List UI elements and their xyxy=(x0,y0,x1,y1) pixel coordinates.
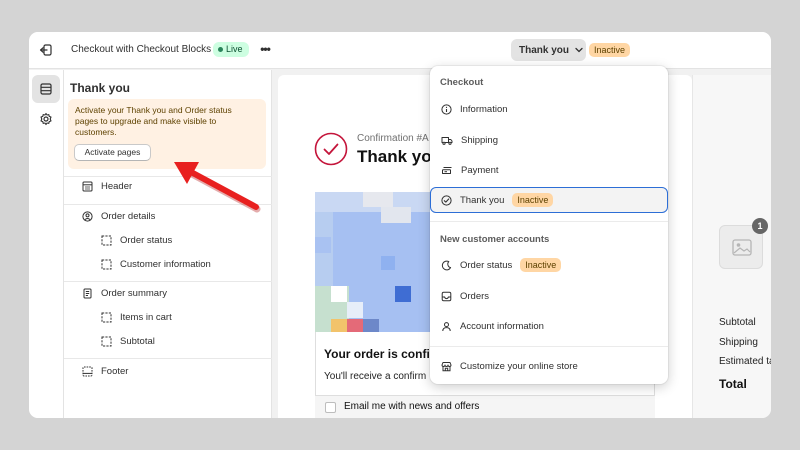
block-icon xyxy=(101,312,112,323)
total-label: Total xyxy=(719,377,747,391)
menu-item-label: Shipping xyxy=(461,134,498,146)
person-circle-icon xyxy=(82,211,93,222)
order-confirmation-text: You'll receive a confirm xyxy=(324,371,427,382)
sidebar-item-label: Order status xyxy=(120,235,173,246)
activate-pages-button[interactable]: Activate pages xyxy=(74,144,151,161)
menu-heading-accounts: New customer accounts xyxy=(440,234,550,245)
sidebar-item-label: Items in cart xyxy=(120,312,172,323)
banner-text: Activate your Thank you and Order status… xyxy=(75,105,232,137)
sidebar-item-subtotal[interactable]: Subtotal xyxy=(101,336,155,347)
activation-banner: Activate your Thank you and Order status… xyxy=(68,99,266,169)
settings-rail-button[interactable] xyxy=(32,105,60,133)
page-selector-label: Thank you xyxy=(519,44,570,56)
app-title: Checkout with Checkout Blocks xyxy=(71,44,212,55)
menu-item-label: Information xyxy=(460,103,508,115)
more-actions-icon[interactable]: ••• xyxy=(257,42,273,58)
menu-heading-checkout: Checkout xyxy=(440,77,484,88)
check-circle-icon xyxy=(441,194,452,206)
sidebar-item-footer[interactable]: Footer xyxy=(82,366,128,377)
inactive-badge: Inactive xyxy=(520,258,562,272)
sections-rail-button[interactable] xyxy=(32,75,60,103)
order-summary-panel: 1 Subtotal Shipping Estimated ta Total xyxy=(692,75,771,418)
page-selector-menu: Checkout Information Shipping Payment Th… xyxy=(430,66,668,384)
inbox-icon xyxy=(441,291,452,301)
block-icon xyxy=(101,235,112,246)
menu-item-thank-you[interactable]: Thank you Inactive xyxy=(430,187,668,213)
sidebar-title: Thank you xyxy=(70,81,131,95)
menu-item-label: Payment xyxy=(461,164,499,176)
subtotal-label: Subtotal xyxy=(719,317,756,328)
menu-item-orders[interactable]: Orders xyxy=(430,283,668,309)
page-status-badge: Inactive xyxy=(589,43,631,57)
menu-item-label: Account information xyxy=(460,320,544,332)
sidebar-item-label: Order summary xyxy=(101,288,167,299)
top-bar: Checkout with Checkout Blocks Live ••• T… xyxy=(29,32,771,69)
live-badge: Live xyxy=(213,42,249,57)
sidebar-item-order-details[interactable]: Order details xyxy=(82,211,155,222)
sidebar-item-label: Subtotal xyxy=(120,336,155,347)
menu-item-label: Order status xyxy=(460,259,513,271)
sidebar-item-label: Footer xyxy=(101,366,129,377)
menu-divider xyxy=(430,221,668,222)
person-icon xyxy=(442,321,451,331)
menu-divider xyxy=(430,346,668,347)
gear-icon xyxy=(40,112,52,126)
newsletter-label: Email me with news and offers xyxy=(344,401,480,412)
menu-item-label: Customize your online store xyxy=(460,360,578,372)
sidebar-item-items-in-cart[interactable]: Items in cart xyxy=(101,312,172,323)
menu-item-shipping[interactable]: Shipping xyxy=(430,127,668,153)
menu-item-information[interactable]: Information xyxy=(430,96,668,122)
live-badge-label: Live xyxy=(226,44,243,54)
menu-item-label: Thank you xyxy=(460,194,505,206)
estimated-taxes-label: Estimated ta xyxy=(719,356,771,367)
newsletter-row: Email me with news and offers xyxy=(315,395,655,418)
newsletter-checkbox[interactable] xyxy=(325,402,336,413)
truck-icon xyxy=(441,136,453,145)
sidebar-item-header[interactable]: Header xyxy=(82,181,132,192)
chevron-down-icon xyxy=(575,47,583,53)
order-confirmed-heading: Your order is confir xyxy=(324,347,435,361)
cash-icon xyxy=(442,166,452,174)
sidebar-item-order-status[interactable]: Order status xyxy=(101,235,172,246)
layout-sections-icon xyxy=(40,83,52,95)
sections-sidebar: Thank you Activate your Thank you and Or… xyxy=(64,70,272,418)
moon-icon xyxy=(441,260,452,270)
sidebar-item-label: Customer information xyxy=(120,259,211,270)
exit-icon[interactable] xyxy=(39,43,53,57)
confirmation-number: Confirmation #A xyxy=(357,133,429,144)
sidebar-item-label: Order details xyxy=(101,211,156,222)
menu-item-account-information[interactable]: Account information xyxy=(430,313,668,339)
sidebar-item-label: Header xyxy=(101,181,133,192)
store-icon xyxy=(441,361,452,371)
sidebar-divider xyxy=(64,358,272,359)
receipt-icon xyxy=(83,288,92,299)
quantity-badge: 1 xyxy=(752,218,768,234)
footer-section-icon xyxy=(82,366,93,377)
menu-item-customize-store[interactable]: Customize your online store xyxy=(430,353,668,379)
shipping-label: Shipping xyxy=(719,337,758,348)
icon-rail xyxy=(29,70,64,418)
sidebar-divider xyxy=(64,281,272,282)
check-circle-icon xyxy=(314,132,348,166)
info-icon xyxy=(441,103,452,115)
live-dot-icon xyxy=(218,47,223,52)
block-icon xyxy=(101,259,112,270)
header-section-icon xyxy=(82,181,93,192)
sidebar-divider xyxy=(64,176,272,177)
menu-item-order-status[interactable]: Order status Inactive xyxy=(430,252,668,278)
sidebar-divider xyxy=(64,204,272,205)
menu-item-label: Orders xyxy=(460,290,490,302)
block-icon xyxy=(101,336,112,347)
sidebar-item-order-summary[interactable]: Order summary xyxy=(82,288,167,299)
menu-item-payment[interactable]: Payment xyxy=(430,157,668,183)
sidebar-item-customer-information[interactable]: Customer information xyxy=(101,259,211,270)
page-selector[interactable]: Thank you xyxy=(511,39,586,61)
map-placeholder-image xyxy=(315,192,430,332)
inactive-badge: Inactive xyxy=(512,193,554,207)
